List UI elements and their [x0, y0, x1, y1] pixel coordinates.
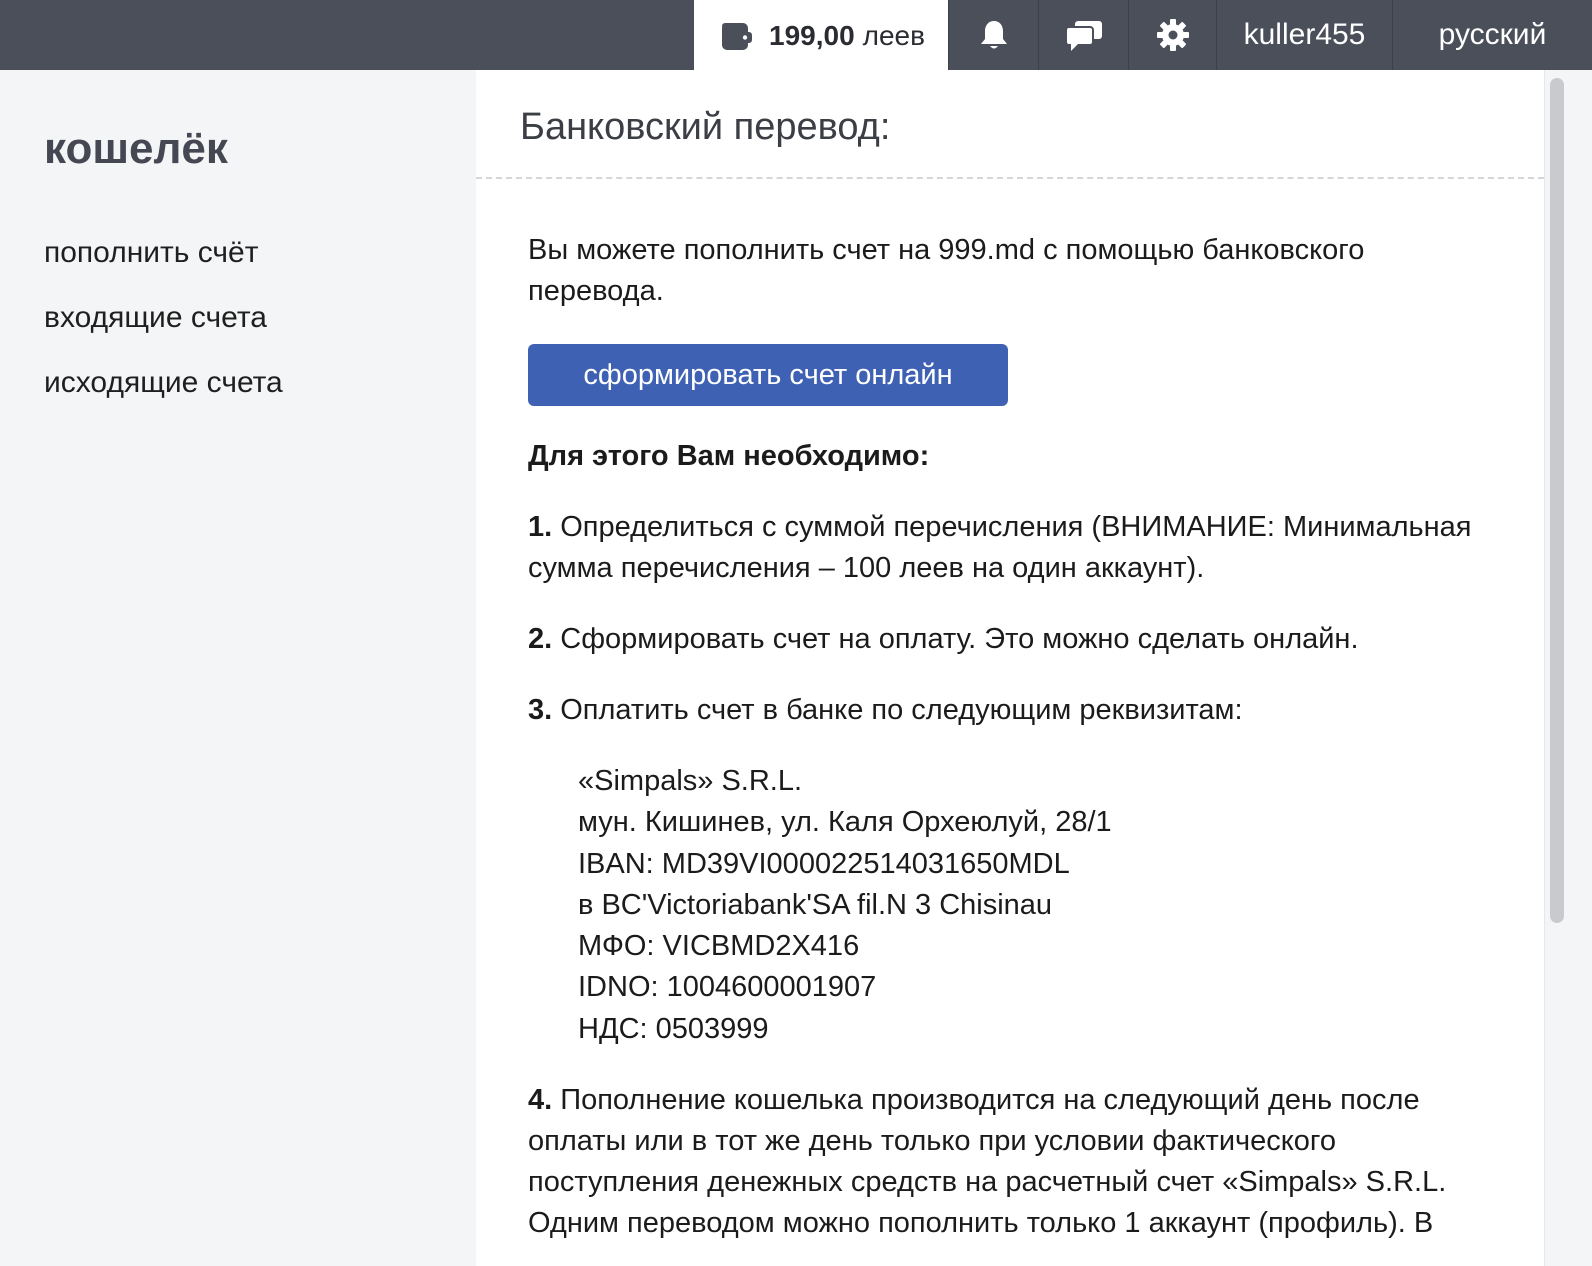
messages-button[interactable]: [1038, 0, 1128, 70]
page-scrollbar[interactable]: [1544, 70, 1592, 1266]
requisite-address: мун. Кишинев, ул. Каля Орхеюлуй, 28/1: [578, 806, 1112, 839]
step-number: 4.: [528, 1084, 553, 1117]
requisite-iban: IBAN: MD39VI000022514031650MDL: [578, 847, 1070, 880]
sidebar-item-incoming-invoices[interactable]: входящие счета: [44, 285, 283, 350]
bell-icon: [977, 18, 1011, 52]
step-2: 2. Сформировать счет на оплату. Это можн…: [528, 619, 1488, 660]
requisite-idno: IDNO: 1004600001907: [578, 971, 877, 1004]
step-number: 1.: [528, 511, 553, 543]
content-body: Вы можете пополнить счет на 999.md с пом…: [528, 230, 1488, 1266]
step-1: 1. Определиться с суммой перечисления (В…: [528, 507, 1488, 589]
notifications-button[interactable]: [948, 0, 1038, 70]
gear-icon: [1156, 18, 1190, 52]
scrollbar-thumb[interactable]: [1550, 78, 1564, 923]
wallet-icon: [720, 19, 754, 53]
wallet-amount: 199,00: [769, 19, 855, 51]
settings-button[interactable]: [1128, 0, 1216, 70]
sidebar-item-outgoing-invoices[interactable]: исходящие счета: [44, 350, 283, 415]
language-selector[interactable]: русский: [1392, 0, 1592, 70]
sidebar-nav: пополнить счёт входящие счета исходящие …: [44, 220, 283, 415]
step-number: 2.: [528, 623, 553, 655]
wallet-balance-tab[interactable]: 199,00 леев: [694, 0, 948, 71]
step-number: 3.: [528, 694, 553, 726]
step-text: Определиться с суммой перечисления (ВНИМ…: [528, 511, 1472, 584]
requirements-heading: Для этого Вам необходимо:: [528, 440, 930, 472]
user-menu[interactable]: kuller455: [1216, 0, 1392, 70]
chat-icon: [1064, 18, 1104, 52]
sidebar-title: кошелёк: [44, 124, 228, 173]
wallet-currency: леев: [862, 19, 925, 51]
step-text: Оплатить счет в банке по следующим рекви…: [552, 694, 1243, 726]
requisite-company: «Simpals» S.R.L.: [578, 765, 803, 797]
step-text: Пополнение кошелька производится на след…: [528, 1084, 1447, 1240]
bank-requisites: «Simpals» S.R.L. мун. Кишинев, ул. Каля …: [578, 761, 1488, 1050]
scrollbar-track: [1544, 70, 1545, 1266]
top-bar: 199,00 леев kuller455 русский: [0, 0, 1592, 71]
requisite-mfo: МФО: VICBMD2X416: [578, 930, 860, 963]
requisite-bank: в BC'Victoriabank'SA fil.N 3 Chisinau: [578, 888, 1053, 921]
title-divider: [476, 177, 1544, 179]
step-4: 4. Пополнение кошелька производится на с…: [528, 1080, 1488, 1244]
create-invoice-button[interactable]: сформировать счет онлайн: [528, 344, 1008, 406]
sidebar: кошелёк пополнить счёт входящие счета ис…: [0, 70, 476, 1266]
intro-text: Вы можете пополнить счет на 999.md с пом…: [528, 234, 1365, 307]
step-text: Сформировать счет на оплату. Это можно с…: [552, 623, 1359, 655]
sidebar-item-top-up[interactable]: пополнить счёт: [44, 220, 283, 285]
main-content: Банковский перевод: Вы можете пополнить …: [476, 70, 1544, 1266]
page-title: Банковский перевод:: [520, 106, 891, 148]
step-3: 3. Оплатить счет в банке по следующим ре…: [528, 690, 1488, 731]
requisite-vat: НДС: 0503999: [578, 1012, 769, 1045]
